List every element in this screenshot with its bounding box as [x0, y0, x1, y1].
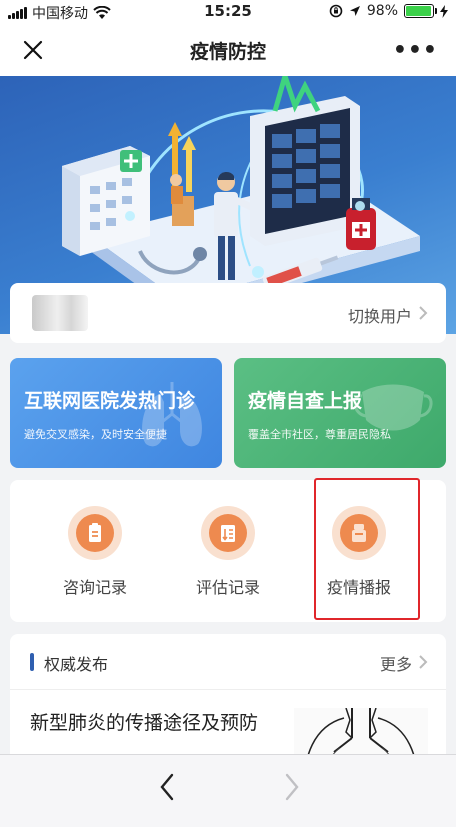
status-right: 98% — [329, 3, 448, 19]
switch-user-button[interactable]: 切换用户 — [348, 303, 412, 327]
browser-toolbar — [0, 754, 456, 827]
section-accent-bar — [30, 653, 34, 671]
user-card: 切换用户 — [10, 283, 446, 343]
list-icon — [201, 506, 255, 560]
location-icon — [349, 6, 360, 16]
card-title: 互联网医院发热门诊 — [24, 390, 196, 412]
assessment-records-button[interactable]: 评估记录 — [163, 480, 293, 622]
chevron-right-icon[interactable] — [416, 306, 430, 320]
tool-label: 评估记录 — [195, 578, 260, 597]
back-arrow-icon[interactable] — [158, 772, 176, 802]
battery-icon — [404, 4, 437, 18]
avatar — [32, 295, 88, 331]
news-header: 权威发布 更多 — [10, 634, 446, 690]
forward-arrow-icon[interactable] — [283, 772, 301, 802]
nav-bar: 疫情防控 ••• — [0, 24, 456, 76]
tool-label: 疫情播报 — [326, 578, 391, 597]
more-options-icon[interactable]: ••• — [393, 38, 438, 63]
more-link[interactable]: 更多 — [380, 651, 412, 675]
article-title[interactable]: 新型肺炎的传播途径及预防 — [30, 710, 280, 736]
page-title: 疫情防控 — [189, 41, 266, 63]
tool-label: 咨询记录 — [62, 578, 127, 597]
card-subtitle: 覆盖全市社区，尊重居民隐私 — [248, 428, 391, 441]
card-subtitle: 避免交叉感染，及时安全便捷 — [24, 428, 167, 441]
status-bar: 中国移动 15:25 98% — [0, 0, 456, 24]
clipboard-icon — [68, 506, 122, 560]
chevron-right-icon[interactable] — [416, 655, 430, 669]
self-report-card[interactable]: 疫情自查上报 覆盖全市社区，尊重居民隐私 — [234, 358, 446, 468]
tools-panel: 咨询记录 评估记录 疫情播报 — [10, 480, 446, 622]
charging-icon — [440, 4, 448, 18]
fever-clinic-card[interactable]: 互联网医院发热门诊 避免交叉感染，及时安全便捷 — [10, 358, 222, 468]
consult-records-button[interactable]: 咨询记录 — [30, 480, 160, 622]
broadcast-icon — [332, 506, 386, 560]
rotation-lock-icon — [329, 4, 343, 18]
section-title: 权威发布 — [44, 655, 109, 674]
battery-percent: 98% — [366, 3, 398, 19]
epidemic-report-button[interactable]: 疫情播报 — [294, 480, 424, 622]
card-title: 疫情自查上报 — [248, 390, 363, 412]
